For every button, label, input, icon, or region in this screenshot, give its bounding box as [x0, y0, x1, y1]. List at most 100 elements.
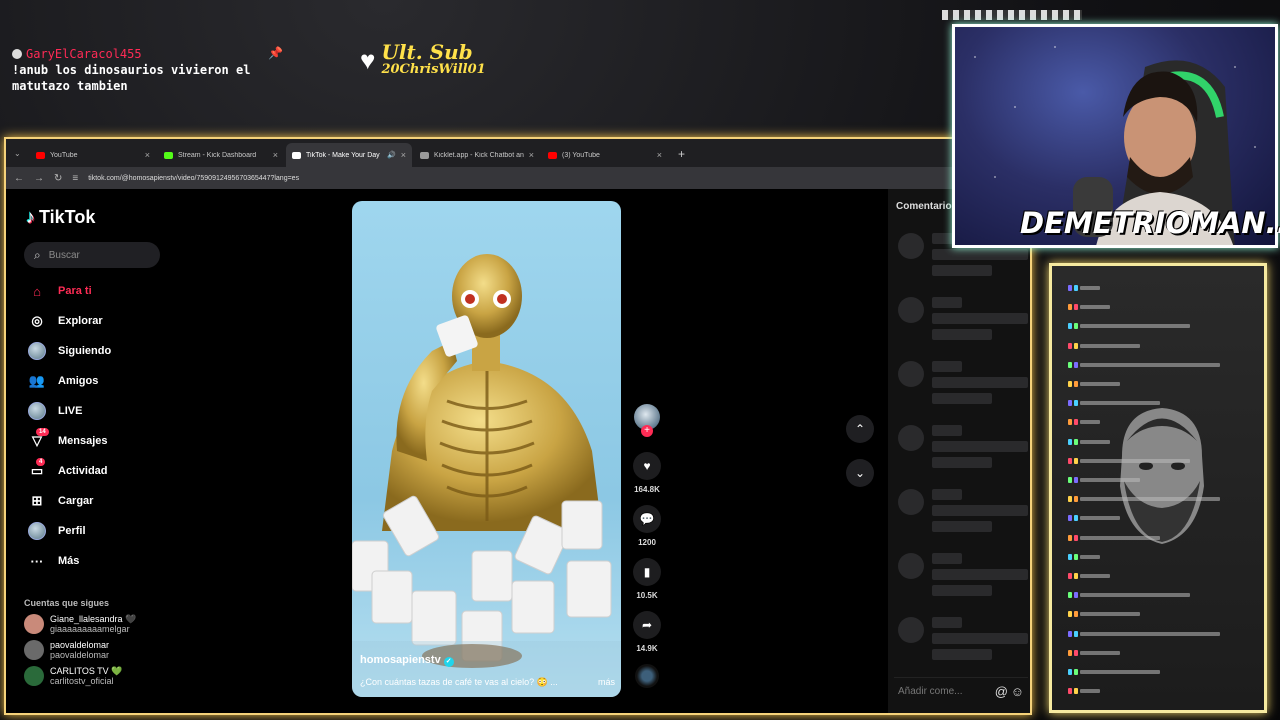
overlay-chat-message: GaryElCaracol455 !anub los dinosaurios v… — [12, 46, 272, 94]
tab-bar: ⌄ YouTube × Stream - Kick Dashboard × Ti… — [6, 139, 1030, 167]
nav-label: Mensajes — [58, 435, 108, 447]
account-handle: paovaldelomar — [50, 650, 110, 660]
browser-tab[interactable]: TikTok - Make Your Day 🔊 × — [286, 143, 412, 167]
chat-line — [1068, 361, 1220, 369]
following-account[interactable]: CARLITOS TV 💚 carlitostv_oficial — [24, 666, 176, 686]
creator-avatar[interactable]: + — [634, 404, 660, 437]
tab-favicon-icon — [420, 151, 429, 159]
tab-label: TikTok - Make Your Day — [306, 151, 380, 159]
chat-line — [1068, 553, 1100, 561]
verified-icon: ✓ — [443, 657, 454, 667]
nav-item-perfil[interactable]: Perfil — [24, 516, 176, 546]
chat-line — [1068, 649, 1120, 657]
avatar — [24, 640, 44, 660]
nav-label: Siguiendo — [58, 345, 112, 357]
account-name: CARLITOS TV 💚 — [50, 666, 123, 676]
chat-line — [1068, 303, 1110, 311]
video-caption-text: ¿Con cuántas tazas de café te vas al cie… — [360, 677, 558, 687]
video-caption: ¿Con cuántas tazas de café te vas al cie… — [360, 677, 615, 688]
browser-tab[interactable]: YouTube × — [30, 143, 156, 167]
nav-item-actividad[interactable]: ▭ 4 Actividad — [24, 456, 176, 486]
close-icon[interactable]: × — [401, 150, 406, 160]
browser-tab[interactable]: (3) YouTube × — [542, 143, 668, 167]
nav-item-cargar[interactable]: ⊞ Cargar — [24, 486, 176, 516]
chat-line — [1068, 610, 1140, 618]
emoji-icon[interactable]: ☺ — [1011, 684, 1024, 699]
streamer-name: DEMETRIOMAN... — [1020, 206, 1280, 240]
account-handle: giaaaaaaaaamelgar — [50, 624, 130, 634]
caption-more-link[interactable]: más — [598, 677, 615, 688]
main-nav: ⌂ Para ti ◎ Explorar Siguiendo 👥 Amigos LI… — [24, 276, 176, 576]
search-icon: ⌕ — [34, 247, 41, 262]
music-disc-icon[interactable] — [635, 664, 659, 688]
heart-icon: ♥ — [360, 44, 376, 75]
nav-label: Cargar — [58, 495, 94, 507]
nav-item-explorar[interactable]: ◎ Explorar — [24, 306, 176, 336]
chevron-down-icon[interactable]: ⌄ — [846, 459, 874, 487]
nav-item-amigos[interactable]: 👥 Amigos — [24, 366, 176, 396]
chat-line — [1068, 514, 1120, 522]
chat-line — [1068, 572, 1110, 580]
speaker-icon[interactable]: 🔊 — [387, 151, 396, 159]
search-placeholder: Buscar — [48, 249, 80, 261]
search-input[interactable]: ⌕ Buscar — [24, 242, 160, 268]
url-field[interactable]: tiktok.com/@homosapienstv/video/75909124… — [88, 175, 942, 182]
close-icon[interactable]: × — [657, 150, 662, 160]
mention-icon[interactable]: @ — [995, 684, 1008, 699]
nav-item-para-ti[interactable]: ⌂ Para ti — [24, 276, 176, 306]
chevron-up-icon[interactable]: ⌃ — [846, 415, 874, 443]
messages-icon: ▽ 14 — [28, 428, 49, 450]
chat-line — [1068, 342, 1140, 350]
nav-label: Amigos — [58, 375, 99, 387]
tiktok-logo[interactable]: ♪ TikTok — [26, 207, 176, 228]
overlay-chat-user: GaryElCaracol455 — [12, 46, 272, 62]
chat-line — [1068, 284, 1100, 292]
share-count: 14.9K — [636, 644, 658, 653]
comment-count: 1200 — [638, 538, 656, 547]
tab-favicon-icon — [164, 151, 173, 159]
browser-tab[interactable]: Kicklet.app - Kick Chatbot and × — [414, 143, 540, 167]
comment-icon[interactable]: 💬 — [633, 505, 661, 533]
new-tab-button[interactable]: + — [670, 143, 693, 167]
comment-placeholder: Añadir come... — [898, 686, 963, 697]
close-icon[interactable]: × — [529, 150, 534, 160]
comment-input[interactable]: Añadir come... @ ☺ — [894, 677, 1028, 705]
overlay-chat-username: GaryElCaracol455 — [26, 47, 142, 61]
chat-line — [1068, 687, 1100, 695]
chat-line — [1068, 399, 1160, 407]
follow-plus-icon[interactable]: + — [641, 425, 653, 437]
like-heart-icon[interactable]: ♥ — [633, 452, 661, 480]
overlay-chat-text: !anub los dinosaurios vivieron el matuta… — [12, 63, 251, 93]
tab-label: Kicklet.app - Kick Chatbot and — [434, 151, 524, 159]
nav-label: Para ti — [58, 285, 92, 297]
browser-tab[interactable]: Stream - Kick Dashboard × — [158, 143, 284, 167]
close-icon[interactable]: × — [273, 150, 278, 160]
live-icon — [28, 402, 46, 420]
video-player[interactable]: homosapienstv ✓ ¿Con cuántas tazas de caf… — [352, 201, 621, 697]
film-strip-decoration — [942, 10, 1082, 20]
close-icon[interactable]: × — [145, 150, 150, 160]
back-icon[interactable]: ← — [14, 173, 24, 184]
chat-line — [1068, 438, 1110, 446]
nav-item-siguiendo[interactable]: Siguiendo — [24, 336, 176, 366]
share-icon[interactable]: ➦ — [633, 611, 661, 639]
save-count: 10.5K — [636, 591, 658, 600]
tab-search-icon[interactable]: ⌄ — [14, 143, 28, 167]
following-header: Cuentas que sigues — [24, 598, 110, 608]
like-count: 164.8K — [634, 485, 660, 494]
following-account[interactable]: Giane_llalesandra 🖤 giaaaaaaaaamelgar — [24, 614, 176, 634]
following-account[interactable]: paovaldelomar paovaldelomar — [24, 640, 176, 660]
bookmark-icon[interactable]: ▮ — [633, 558, 661, 586]
nav-item-más[interactable]: ··· Más — [24, 546, 176, 576]
forward-icon[interactable]: → — [34, 173, 44, 184]
chat-line — [1068, 630, 1220, 638]
site-info-icon[interactable]: ≡ — [72, 173, 78, 184]
video-author[interactable]: homosapienstv ✓ — [360, 654, 454, 667]
nav-label: LIVE — [58, 405, 83, 417]
stream-layout: GaryElCaracol455 !anub los dinosaurios v… — [0, 0, 1280, 720]
nav-item-live[interactable]: LIVE — [24, 396, 176, 426]
nav-item-mensajes[interactable]: ▽ 14 Mensajes — [24, 426, 176, 456]
tab-label: Stream - Kick Dashboard — [178, 151, 257, 159]
compass-icon: ◎ — [31, 313, 43, 328]
reload-icon[interactable]: ↻ — [54, 173, 62, 184]
